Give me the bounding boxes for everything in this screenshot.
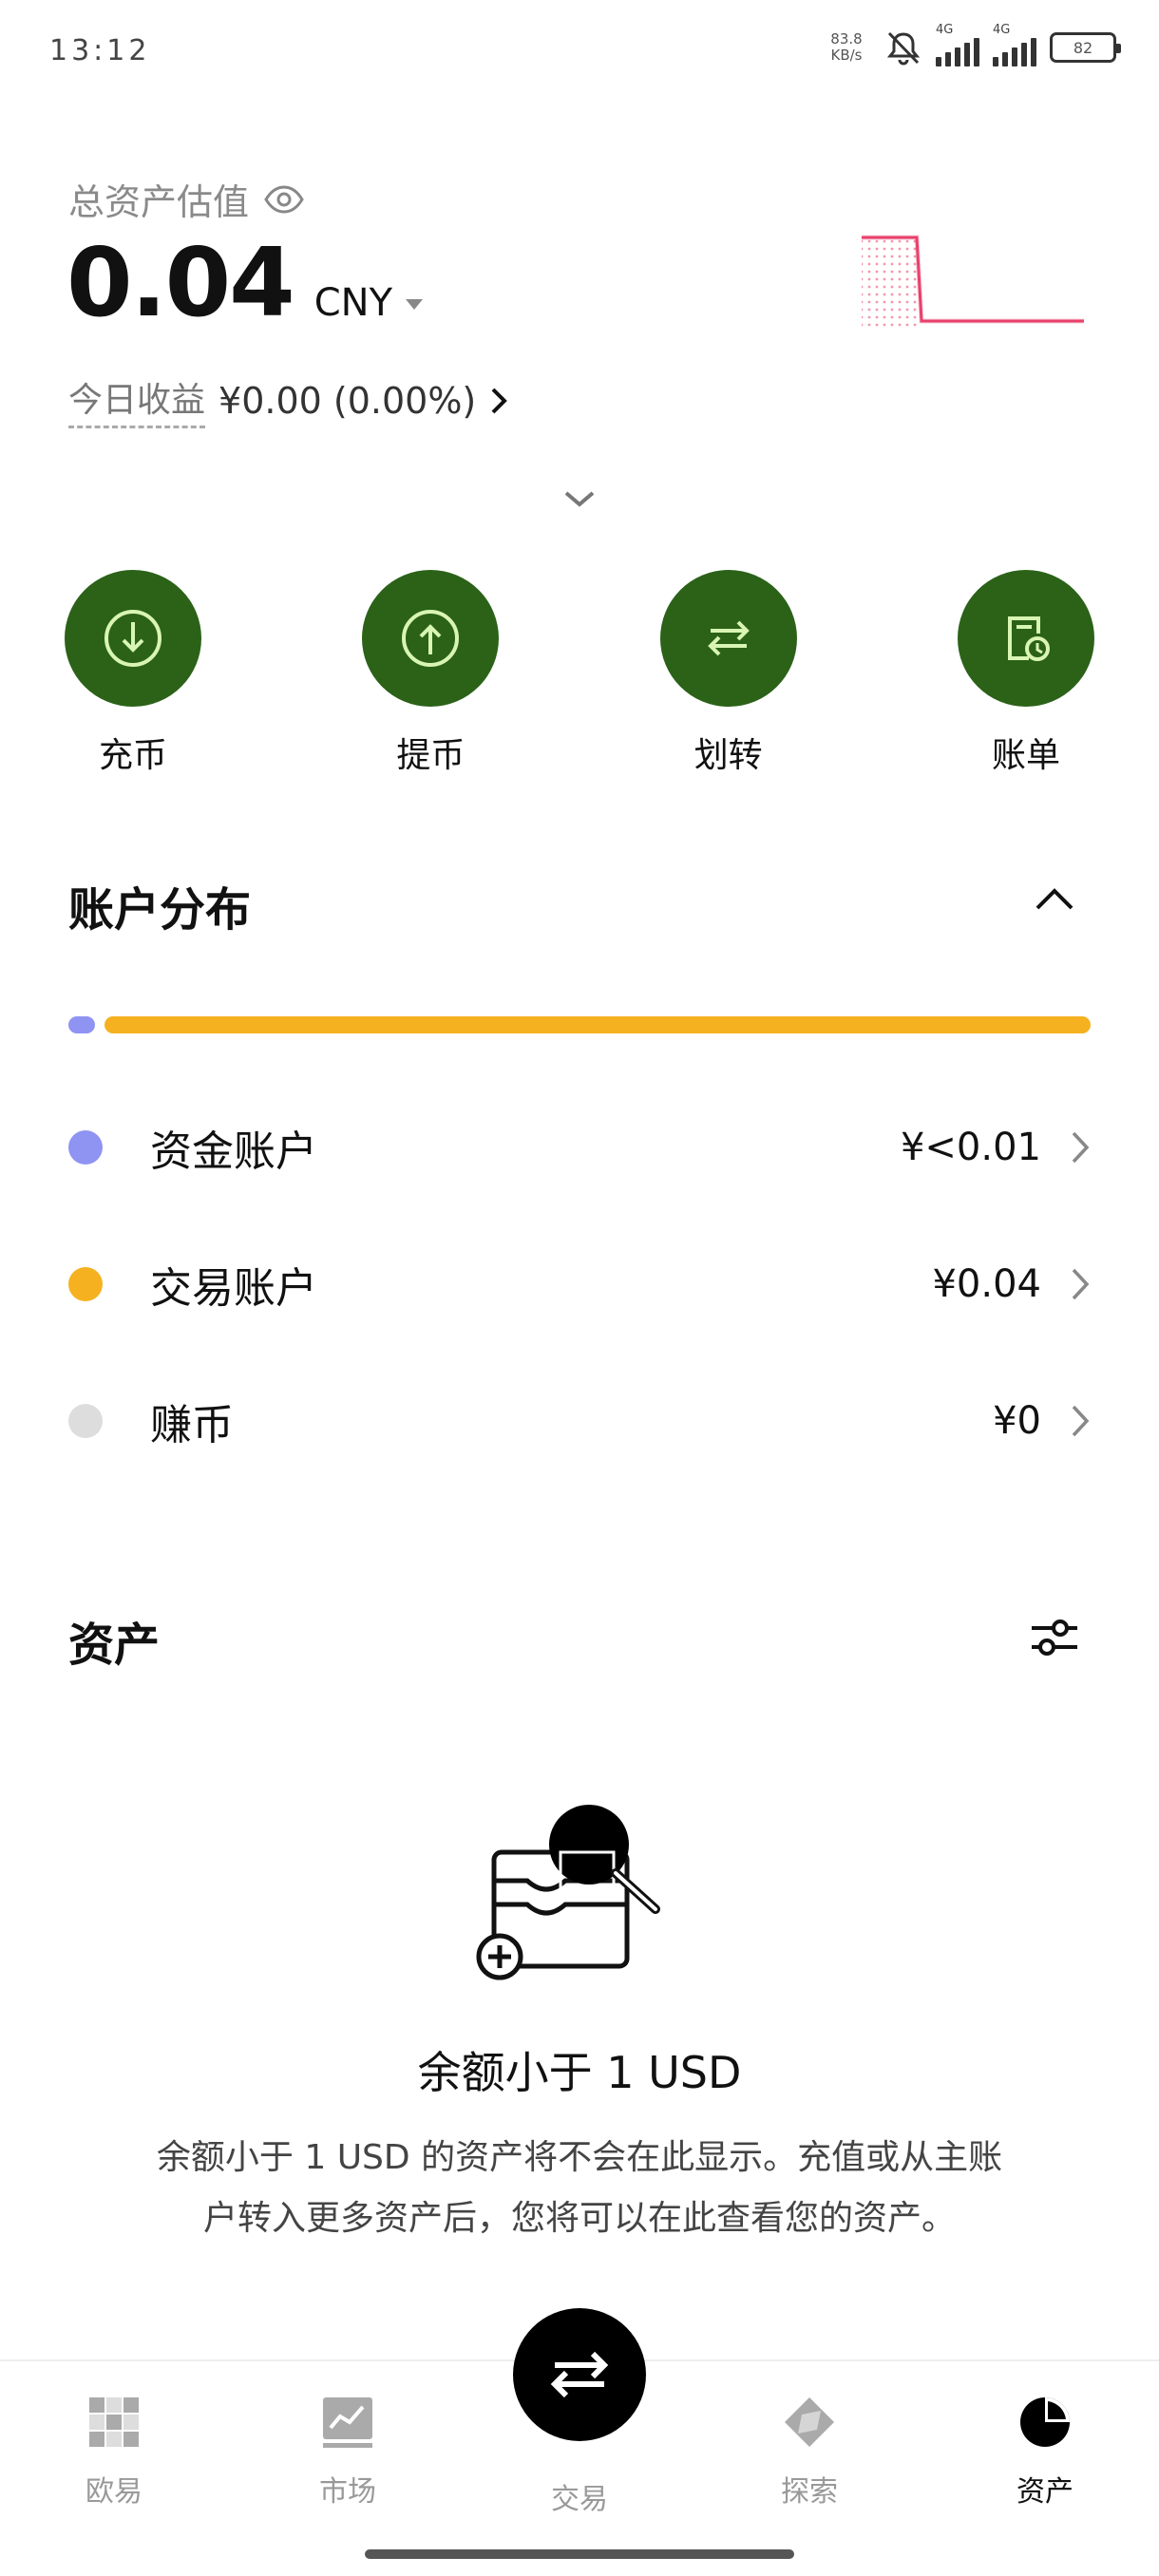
account-color-dot bbox=[68, 1267, 103, 1301]
total-asset-label: 总资产估值 bbox=[68, 181, 250, 223]
nav-item-explore[interactable]: 探索 bbox=[733, 2394, 885, 2510]
eye-icon[interactable] bbox=[264, 184, 304, 214]
transfer-button[interactable]: 划转 bbox=[634, 570, 824, 777]
withdraw-button[interactable]: 提币 bbox=[335, 570, 525, 777]
nav-label: 市场 bbox=[319, 2475, 376, 2509]
status-bar: 13:12 83.8 KB/s 4G 4G 82 bbox=[0, 0, 1159, 104]
account-row-funding[interactable]: 资金账户 ¥<0.01 bbox=[68, 1109, 1091, 1185]
deposit-button[interactable]: 充币 bbox=[38, 570, 228, 777]
signal-icon-2: 4G bbox=[993, 23, 1036, 66]
total-asset-label-row: 总资产估值 bbox=[68, 173, 304, 225]
withdraw-label: 提币 bbox=[396, 736, 466, 775]
transfer-label: 划转 bbox=[694, 736, 763, 775]
collapse-chevron-icon[interactable] bbox=[1034, 885, 1075, 912]
distribution-segment-funding bbox=[68, 1016, 95, 1033]
empty-state-title: 余额小于 1 USD bbox=[417, 2047, 742, 2098]
status-icons: 83.8 KB/s 4G 4G 82 bbox=[822, 23, 1121, 66]
home-indicator[interactable] bbox=[365, 2549, 794, 2559]
trade-swap-icon bbox=[550, 2351, 609, 2398]
compass-icon bbox=[785, 2397, 834, 2447]
chevron-right-icon[interactable] bbox=[489, 386, 508, 416]
assets-page: 13:12 83.8 KB/s 4G 4G 82 总资产估值 0.04 CNY … bbox=[0, 0, 1159, 2576]
nav-label: 欧易 bbox=[86, 2475, 142, 2509]
chevron-right-icon[interactable] bbox=[1070, 1403, 1091, 1439]
signal-type-2: 4G bbox=[993, 23, 1011, 37]
account-name: 交易账户 bbox=[150, 1264, 317, 1313]
filter-settings-icon[interactable] bbox=[1028, 1611, 1081, 1664]
withdraw-icon bbox=[402, 610, 460, 667]
account-value: ¥<0.01 bbox=[900, 1126, 1041, 1169]
bill-icon-circle[interactable] bbox=[957, 570, 1094, 707]
bill-label: 账单 bbox=[991, 736, 1060, 775]
nav-label: 探索 bbox=[781, 2475, 838, 2509]
total-asset-value: 0.04 bbox=[66, 227, 295, 338]
today-pnl-row[interactable]: 今日收益 ¥0.00 (0.00%) bbox=[68, 372, 508, 428]
signal-type-1: 4G bbox=[936, 23, 954, 37]
network-speed-value: 83.8 bbox=[830, 30, 863, 47]
account-value: ¥0.04 bbox=[932, 1262, 1041, 1306]
empty-wallet-search-icon bbox=[476, 1805, 660, 1980]
asset-sparkline bbox=[862, 235, 1084, 331]
caret-down-icon[interactable] bbox=[406, 299, 424, 310]
quick-actions: 充币 提币 划转 账单 bbox=[38, 570, 1121, 777]
nav-item-okx[interactable]: 欧易 bbox=[38, 2394, 190, 2510]
bottom-nav: 欧易 市场 交易 探索 资产 bbox=[0, 2308, 1159, 2576]
okx-logo-icon bbox=[89, 2397, 139, 2447]
chevron-right-icon[interactable] bbox=[1070, 1129, 1091, 1165]
account-color-dot bbox=[68, 1130, 103, 1165]
distribution-title: 账户分布 bbox=[68, 883, 252, 937]
account-name: 赚币 bbox=[150, 1401, 234, 1449]
transfer-icon bbox=[707, 620, 750, 656]
network-speed-unit: KB/s bbox=[830, 47, 863, 64]
battery-icon: 82 bbox=[1050, 32, 1121, 63]
expand-chevron-icon[interactable] bbox=[562, 488, 597, 509]
bill-icon bbox=[1007, 616, 1050, 661]
deposit-icon bbox=[104, 610, 162, 667]
account-name: 资金账户 bbox=[150, 1127, 317, 1176]
market-chart-icon bbox=[323, 2397, 372, 2448]
account-row-earn[interactable]: 赚币 ¥0 bbox=[68, 1383, 1091, 1459]
account-value: ¥0 bbox=[993, 1399, 1041, 1443]
distribution-bar bbox=[68, 1016, 1091, 1033]
network-speed: 83.8 KB/s bbox=[822, 31, 871, 64]
deposit-label: 充币 bbox=[98, 736, 167, 775]
currency-selector[interactable]: CNY bbox=[314, 281, 392, 325]
empty-state-description: 余额小于 1 USD 的资产将不会在此显示。充值或从主账户转入更多资产后，您将可… bbox=[156, 2138, 1003, 2238]
bell-muted-icon bbox=[886, 31, 921, 66]
account-color-dot bbox=[68, 1404, 103, 1438]
pie-chart-icon bbox=[1020, 2397, 1070, 2447]
today-pnl-label[interactable]: 今日收益 bbox=[68, 372, 206, 428]
nav-item-assets[interactable]: 资产 bbox=[969, 2394, 1121, 2510]
assets-title: 资产 bbox=[68, 1619, 161, 1672]
battery-level: 82 bbox=[1073, 38, 1093, 57]
bill-button[interactable]: 账单 bbox=[931, 570, 1121, 777]
deposit-icon-circle[interactable] bbox=[65, 570, 201, 707]
transfer-icon-circle[interactable] bbox=[659, 570, 797, 707]
nav-label-trade: 交易 bbox=[551, 2483, 608, 2516]
nav-item-trade[interactable] bbox=[513, 2308, 646, 2441]
status-time: 13:12 bbox=[49, 34, 151, 67]
total-asset-row[interactable]: 0.04 CNY bbox=[66, 227, 424, 338]
nav-item-market[interactable]: 市场 bbox=[272, 2394, 424, 2510]
today-pnl-value: ¥0.00 (0.00%) bbox=[218, 379, 477, 422]
account-row-trading[interactable]: 交易账户 ¥0.04 bbox=[68, 1246, 1091, 1322]
distribution-segment-trading bbox=[104, 1016, 1091, 1033]
chevron-right-icon[interactable] bbox=[1070, 1266, 1091, 1302]
withdraw-icon-circle[interactable] bbox=[362, 570, 500, 707]
nav-label: 资产 bbox=[1016, 2475, 1074, 2509]
signal-icon-1: 4G bbox=[936, 23, 979, 66]
